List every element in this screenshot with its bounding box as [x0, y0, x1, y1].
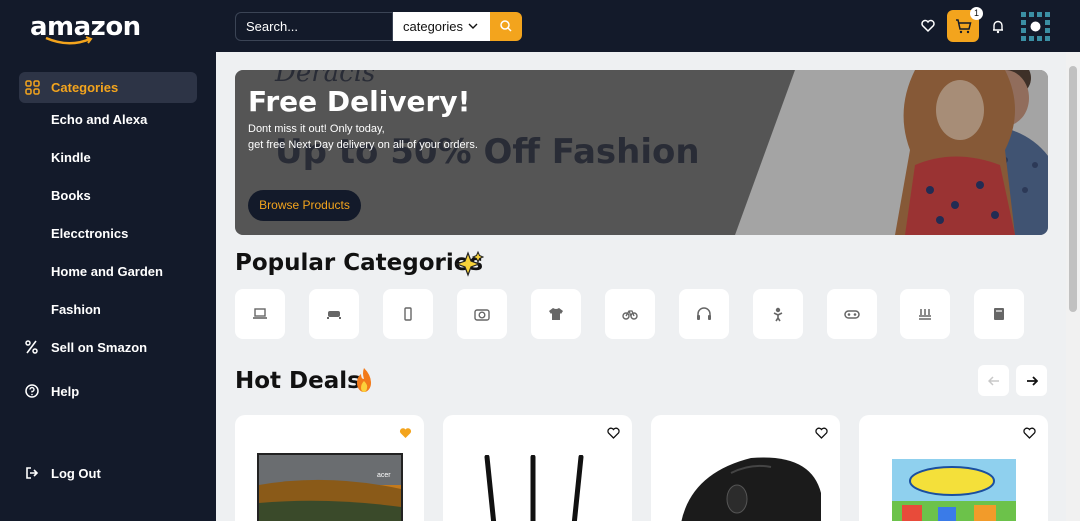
- category-furniture[interactable]: [309, 289, 359, 339]
- search-icon: [500, 20, 512, 32]
- sidebar-item-label: Help: [51, 384, 80, 399]
- sidebar-item-label: Sell on Smazon: [51, 340, 148, 355]
- svg-text:acer: acer: [377, 472, 391, 479]
- promo-banner: Deracis Up to 50% Off Fashion Free Deliv…: [235, 70, 1048, 235]
- sidebar-item-label: Elecctronics: [51, 226, 129, 241]
- heart-icon[interactable]: [1023, 427, 1036, 439]
- sidebar-item-categories[interactable]: Categories: [19, 72, 197, 103]
- gamepad-icon: [844, 310, 860, 319]
- sidebar-item-home-garden[interactable]: Home and Garden: [19, 256, 197, 287]
- sidebar-item-label: Home and Garden: [51, 264, 163, 279]
- sidebar-item-label: Fashion: [51, 302, 101, 317]
- prev-arrow-button[interactable]: [978, 365, 1009, 396]
- fire-icon: [357, 368, 371, 392]
- phone-icon: [404, 307, 412, 321]
- cart-count-badge: 1: [970, 7, 983, 20]
- category-gaming[interactable]: [827, 289, 877, 339]
- avatar[interactable]: [1019, 10, 1052, 43]
- heart-filled-icon[interactable]: [399, 427, 412, 439]
- search-button[interactable]: [490, 12, 522, 41]
- sidebar-item-kindle[interactable]: Kindle: [19, 142, 197, 173]
- sparkles-icon: [456, 250, 484, 277]
- cake-icon: [919, 309, 931, 320]
- sidebar: Categories Echo and Alexa Kindle Books E…: [0, 52, 216, 521]
- heart-icon[interactable]: [815, 427, 828, 439]
- sofa-icon: [327, 311, 341, 319]
- sidebar-item-label: Echo and Alexa: [51, 112, 148, 127]
- banner-title: Free Delivery!: [248, 85, 471, 118]
- hot-deals-title: Hot Deals: [235, 368, 361, 394]
- sidebar-item-help[interactable]: Help: [19, 376, 197, 407]
- sidebar-item-sell[interactable]: Sell on Smazon: [19, 332, 197, 363]
- category-food[interactable]: [900, 289, 950, 339]
- product-card[interactable]: [859, 415, 1048, 521]
- scrollbar-thumb[interactable]: [1069, 66, 1077, 312]
- laptop-icon: [253, 308, 267, 319]
- logout-icon: [26, 467, 39, 479]
- sidebar-item-fashion[interactable]: Fashion: [19, 294, 197, 325]
- search-input[interactable]: Search...: [235, 12, 393, 41]
- sidebar-item-label: Log Out: [51, 466, 101, 481]
- bell-icon[interactable]: [991, 19, 1005, 34]
- grid-icon: [25, 80, 40, 95]
- category-clothing[interactable]: [531, 289, 581, 339]
- arrow-left-icon: [987, 376, 999, 386]
- toy-icon: [773, 307, 783, 322]
- product-image-monitor: acer: [257, 453, 403, 521]
- help-icon: [25, 384, 39, 398]
- next-arrow-button[interactable]: [1016, 365, 1047, 396]
- product-card[interactable]: [443, 415, 632, 521]
- category-books[interactable]: [974, 289, 1024, 339]
- camera-icon: [474, 309, 490, 321]
- product-card[interactable]: acer: [235, 415, 424, 521]
- product-image-router: [484, 455, 584, 521]
- heart-icon[interactable]: [607, 427, 620, 439]
- product-card[interactable]: [651, 415, 840, 521]
- sidebar-item-label: Kindle: [51, 150, 91, 165]
- sidebar-item-books[interactable]: Books: [19, 180, 197, 211]
- wishlist-heart-icon[interactable]: [920, 19, 936, 33]
- category-phones[interactable]: [383, 289, 433, 339]
- category-laptop[interactable]: [235, 289, 285, 339]
- headphones-icon: [697, 307, 711, 320]
- arrow-right-icon: [1026, 376, 1038, 386]
- page-scrollbar[interactable]: [1066, 52, 1080, 521]
- banner-subtitle: Dont miss it out! Only today,: [248, 123, 385, 135]
- category-bikes[interactable]: [605, 289, 655, 339]
- category-toys[interactable]: [753, 289, 803, 339]
- product-image-board-game: [892, 459, 1016, 521]
- logo-smile-icon: [45, 36, 93, 45]
- sidebar-item-echo-alexa[interactable]: Echo and Alexa: [19, 104, 197, 135]
- bicycle-icon: [622, 310, 638, 320]
- banner-subtitle: get free Next Day delivery on all of you…: [248, 139, 478, 151]
- category-select[interactable]: categories: [393, 12, 490, 41]
- popular-categories-title: Popular Categories: [235, 250, 484, 276]
- sidebar-item-electronics[interactable]: Elecctronics: [19, 218, 197, 249]
- browse-products-button[interactable]: Browse Products: [248, 190, 361, 221]
- tshirt-icon: [549, 308, 563, 320]
- product-image-mouse: [681, 457, 821, 521]
- book-icon: [994, 308, 1004, 320]
- chevron-down-icon: [468, 23, 478, 29]
- category-cameras[interactable]: [457, 289, 507, 339]
- percent-icon: [25, 340, 38, 354]
- top-header: amazon Search... categories 1: [0, 0, 1080, 52]
- sidebar-item-label: Books: [51, 188, 91, 203]
- sidebar-item-label: Categories: [51, 80, 119, 95]
- category-select-label: categories: [403, 19, 463, 34]
- sidebar-item-logout[interactable]: Log Out: [19, 458, 197, 489]
- category-audio[interactable]: [679, 289, 729, 339]
